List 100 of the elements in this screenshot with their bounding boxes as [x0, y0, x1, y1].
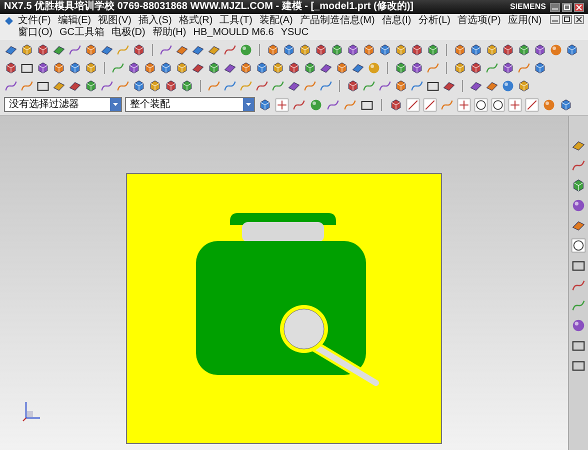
cube-icon[interactable]: [410, 43, 424, 57]
cube-icon[interactable]: [394, 79, 408, 93]
cube-icon[interactable]: [164, 79, 178, 93]
cube-icon[interactable]: [335, 61, 349, 75]
cube-icon[interactable]: [159, 61, 173, 75]
menu-item[interactable]: GC工具箱: [59, 27, 104, 39]
cube-icon[interactable]: [389, 98, 403, 112]
cube-icon[interactable]: [533, 43, 547, 57]
sphere-icon[interactable]: [571, 318, 586, 333]
menu-item[interactable]: 应用(N): [508, 15, 542, 27]
cube-icon[interactable]: [143, 61, 157, 75]
cube-icon[interactable]: [453, 61, 467, 75]
menu-item[interactable]: 帮助(H): [152, 27, 186, 39]
close-icon[interactable]: [574, 15, 584, 24]
curve-icon[interactable]: [571, 158, 586, 173]
menu-item[interactable]: 分析(L): [418, 15, 451, 27]
menu-item[interactable]: 窗口(O): [18, 27, 52, 39]
cube-icon[interactable]: [132, 79, 146, 93]
minimize-icon[interactable]: [550, 15, 560, 24]
close-icon[interactable]: [574, 2, 584, 12]
plus-icon[interactable]: [275, 98, 289, 112]
cube-icon[interactable]: [565, 43, 579, 57]
curve-icon[interactable]: [4, 79, 18, 93]
cube-icon[interactable]: [84, 79, 98, 93]
cube-icon[interactable]: [571, 178, 586, 193]
filter-dropdown[interactable]: 整个装配: [125, 97, 255, 112]
line-icon[interactable]: [423, 98, 437, 112]
sphere-icon[interactable]: [309, 98, 323, 112]
curve-icon[interactable]: [571, 278, 586, 293]
cube-icon[interactable]: [410, 61, 424, 75]
menu-item[interactable]: 首选项(P): [458, 15, 501, 27]
cube-icon[interactable]: [426, 43, 440, 57]
cube-icon[interactable]: [287, 61, 301, 75]
cube-icon[interactable]: [501, 43, 515, 57]
cube-icon[interactable]: [303, 61, 317, 75]
cube-icon[interactable]: [298, 43, 312, 57]
rectangle-icon[interactable]: [36, 79, 50, 93]
rectangle-icon[interactable]: [20, 61, 34, 75]
curve-icon[interactable]: [255, 79, 269, 93]
cube-icon[interactable]: [485, 43, 499, 57]
rectangle-icon[interactable]: [571, 358, 586, 373]
cube-icon[interactable]: [559, 98, 573, 112]
cube-icon[interactable]: [127, 61, 141, 75]
cube-icon[interactable]: [330, 43, 344, 57]
circle-icon[interactable]: [474, 98, 488, 112]
cube-icon[interactable]: [271, 61, 285, 75]
cube-icon[interactable]: [255, 61, 269, 75]
cube-icon[interactable]: [84, 61, 98, 75]
line-icon[interactable]: [525, 98, 539, 112]
cube-icon[interactable]: [207, 61, 221, 75]
cube-icon[interactable]: [239, 61, 253, 75]
cube-icon[interactable]: [501, 61, 515, 75]
curve-icon[interactable]: [292, 98, 306, 112]
cube-icon[interactable]: [346, 43, 360, 57]
curve-icon[interactable]: [100, 79, 114, 93]
menu-item[interactable]: HB_MOULD M6.6: [193, 27, 274, 39]
cube-icon[interactable]: [68, 61, 82, 75]
cube-icon[interactable]: [132, 43, 146, 57]
cube-icon[interactable]: [517, 79, 531, 93]
cube-icon[interactable]: [469, 61, 483, 75]
cube-icon[interactable]: [36, 61, 50, 75]
curve-icon[interactable]: [378, 79, 392, 93]
cube-icon[interactable]: [148, 79, 162, 93]
menu-item[interactable]: 产品制造信息(M): [300, 15, 375, 27]
circle-icon[interactable]: [491, 98, 505, 112]
cube-icon[interactable]: [346, 79, 360, 93]
cube-icon[interactable]: [378, 43, 392, 57]
cube-icon[interactable]: [469, 43, 483, 57]
curve-icon[interactable]: [326, 98, 340, 112]
cube-icon[interactable]: [36, 43, 50, 57]
menu-item[interactable]: 视图(V): [98, 15, 132, 27]
curve-icon[interactable]: [159, 43, 173, 57]
cube-icon[interactable]: [266, 43, 280, 57]
plus-icon[interactable]: [508, 98, 522, 112]
cube-icon[interactable]: [282, 43, 296, 57]
menu-item[interactable]: 装配(A): [259, 15, 293, 27]
cube-icon[interactable]: [20, 43, 34, 57]
menu-item[interactable]: YSUC: [280, 27, 309, 39]
cube-icon[interactable]: [453, 43, 467, 57]
rectangle-icon[interactable]: [571, 258, 586, 273]
curve-icon[interactable]: [68, 43, 82, 57]
cube-icon[interactable]: [84, 43, 98, 57]
cube-icon[interactable]: [533, 61, 547, 75]
curve-icon[interactable]: [223, 43, 237, 57]
menu-item[interactable]: 工具(T): [220, 15, 252, 27]
filter-dropdown[interactable]: 没有选择过滤器: [4, 97, 122, 112]
plus-icon[interactable]: [457, 98, 471, 112]
line-icon[interactable]: [406, 98, 420, 112]
cube-icon[interactable]: [362, 43, 376, 57]
cube-icon[interactable]: [180, 79, 194, 93]
minimize-icon[interactable]: [550, 2, 560, 12]
menu-item[interactable]: 文件(F): [18, 15, 51, 27]
cube-icon[interactable]: [52, 61, 66, 75]
circle-icon[interactable]: [571, 238, 586, 253]
menu-item[interactable]: 插入(S): [138, 15, 172, 27]
menu-item[interactable]: 编辑(E): [58, 15, 92, 27]
cube-icon[interactable]: [394, 61, 408, 75]
cube-icon[interactable]: [175, 61, 189, 75]
cube-icon[interactable]: [394, 43, 408, 57]
rectangle-icon[interactable]: [426, 79, 440, 93]
